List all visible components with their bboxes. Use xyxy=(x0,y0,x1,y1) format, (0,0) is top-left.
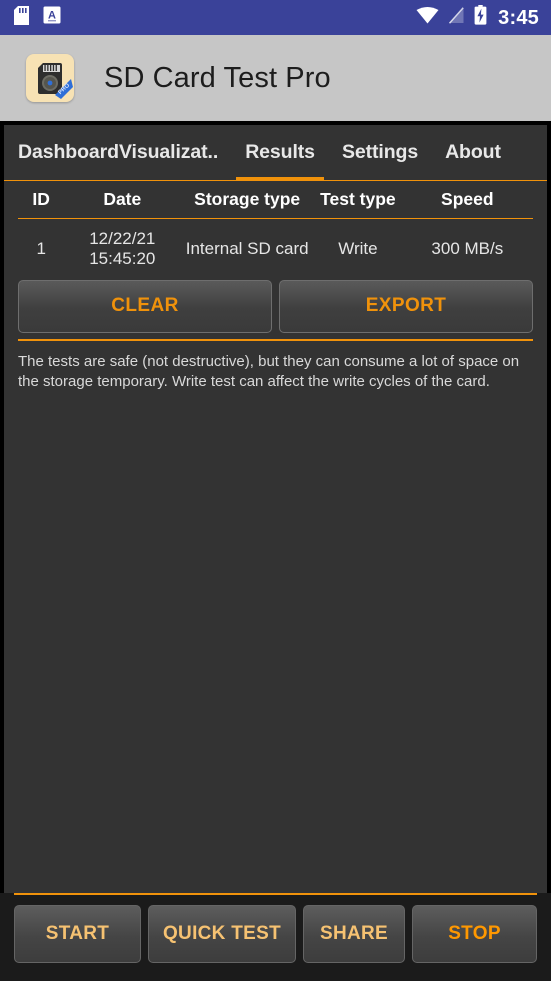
column-header-test-type: Test type xyxy=(320,189,396,209)
cell-storage-type: Internal SD card xyxy=(185,238,309,258)
column-header-storage-type: Storage type xyxy=(194,189,301,209)
info-text: The tests are safe (not destructive), bu… xyxy=(18,352,520,390)
tab-settings[interactable]: Settings xyxy=(342,125,418,180)
tab-dashboard[interactable]: Dashboard xyxy=(18,125,119,180)
app-bar: PRO SD Card Test Pro xyxy=(0,35,551,121)
bottom-buttons: START QUICK TEST SHARE STOP xyxy=(0,905,551,963)
wifi-icon xyxy=(416,6,439,29)
status-bar: A 3:45 xyxy=(0,0,551,35)
share-button[interactable]: SHARE xyxy=(303,905,405,963)
table-header-row: ID Date Storage type Test type Speed xyxy=(18,181,533,219)
status-bar-right-icons: 3:45 xyxy=(416,5,539,30)
no-signal-icon xyxy=(448,6,465,29)
clear-button[interactable]: CLEAR xyxy=(18,279,272,333)
column-header-speed: Speed xyxy=(441,189,494,209)
app-logo-sd-card-pro-icon: PRO xyxy=(26,54,74,102)
bottom-action-bar: START QUICK TEST SHARE STOP xyxy=(0,893,551,981)
letter-a-badge-icon: A xyxy=(43,6,61,29)
tab-bar: Dashboard Visualizat.. Results Settings … xyxy=(4,125,547,181)
stop-button[interactable]: STOP xyxy=(412,905,537,963)
status-bar-left-icons: A xyxy=(14,5,61,30)
app-title: SD Card Test Pro xyxy=(104,61,331,94)
table-row[interactable]: 1 12/22/21 15:45:20 Internal SD card Wri… xyxy=(18,219,533,280)
cell-date: 12/22/21 15:45:20 xyxy=(89,228,156,268)
tab-about[interactable]: About xyxy=(445,125,501,180)
tab-about-label: About xyxy=(445,141,501,163)
tab-results-label: Results xyxy=(245,141,315,163)
start-button[interactable]: START xyxy=(14,905,141,963)
cell-test-type: Write xyxy=(338,238,378,258)
results-table: ID Date Storage type Test type Speed 1 1… xyxy=(4,181,547,280)
cell-id: 1 xyxy=(36,238,46,258)
bottom-bar-divider xyxy=(14,893,537,895)
content-area: Dashboard Visualizat.. Results Settings … xyxy=(0,121,551,893)
empty-space xyxy=(4,392,547,893)
app-window: A 3:45 PRO SD Card Test Pro Dashboard Vi… xyxy=(0,0,551,981)
tab-visualization[interactable]: Visualizat.. xyxy=(119,125,218,180)
tab-dashboard-label: Dashboard xyxy=(18,141,119,163)
tab-visualization-label: Visualizat.. xyxy=(118,141,219,163)
sd-card-icon xyxy=(14,5,29,30)
column-header-id: ID xyxy=(32,189,50,209)
export-button[interactable]: EXPORT xyxy=(279,279,533,333)
battery-charging-icon xyxy=(474,5,487,30)
results-panel: Dashboard Visualizat.. Results Settings … xyxy=(4,125,547,893)
status-bar-clock: 3:45 xyxy=(498,6,539,29)
tab-settings-label: Settings xyxy=(341,141,419,163)
column-header-date: Date xyxy=(103,189,142,209)
results-actions: CLEAR EXPORT xyxy=(4,279,547,333)
tab-results[interactable]: Results xyxy=(236,125,324,181)
svg-text:A: A xyxy=(48,10,56,22)
cell-speed: 300 MB/s xyxy=(431,238,504,258)
quick-test-button[interactable]: QUICK TEST xyxy=(148,905,296,963)
